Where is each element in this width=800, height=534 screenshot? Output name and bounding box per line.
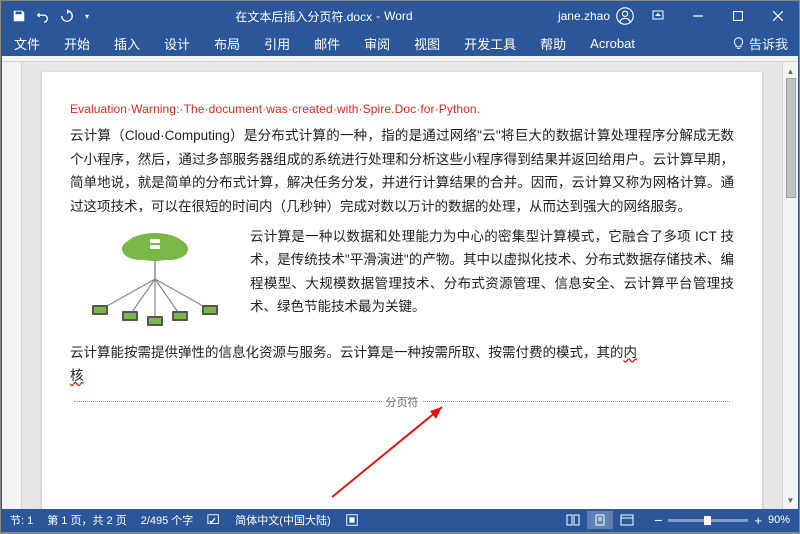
paragraph-3-text: 云计算能按需提供弹性的信息化资源与服务。云计算是一种按需所取、按需付费的模式，其… [70,345,624,360]
spellcheck-underline-2: 核 [70,368,84,383]
window-title: 在文本后插入分页符.docx - Word [94,8,554,25]
tell-me-search[interactable]: 告诉我 [722,34,798,53]
cloud-computing-image [70,225,240,335]
status-language[interactable]: 简体中文(中国大陆) [235,512,330,528]
document-area: Evaluation·Warning:·The·document·was·cre… [2,62,798,509]
view-read-mode-icon[interactable] [560,511,586,529]
tab-layout[interactable]: 布局 [202,30,252,56]
vertical-scrollbar[interactable]: ▲ ▼ [782,62,798,509]
status-section[interactable]: 节: 1 [10,512,33,528]
title-bar: ▾ 在文本后插入分页符.docx - Word jane.zhao [2,2,798,30]
user-name: jane.zhao [558,9,610,23]
zoom-out-button[interactable]: − [654,512,662,528]
annotation-arrow [312,397,472,507]
tab-file[interactable]: 文件 [2,30,52,56]
status-bar: 节: 1 第 1 页，共 2 页 2/495 个字 简体中文(中国大陆) − +… [2,509,798,531]
zoom-level[interactable]: 90% [768,514,790,526]
tab-review[interactable]: 审阅 [352,30,402,56]
minimize-icon[interactable] [678,2,718,30]
view-buttons [560,511,640,529]
paragraph-3: 云计算能按需提供弹性的信息化资源与服务。云计算是一种按需所取、按需付费的模式，其… [70,341,734,388]
tab-view[interactable]: 视图 [402,30,452,56]
user-area[interactable]: jane.zhao [554,7,638,25]
tell-me-label: 告诉我 [749,34,788,53]
status-word-count[interactable]: 2/495 个字 [141,512,194,528]
user-avatar-icon [616,7,634,25]
document-scroll[interactable]: Evaluation·Warning:·The·document·was·cre… [22,62,782,509]
page-break-marker: 分页符 [70,394,734,410]
tab-design[interactable]: 设计 [152,30,202,56]
page[interactable]: Evaluation·Warning:·The·document·was·cre… [42,72,762,509]
tab-home[interactable]: 开始 [52,30,102,56]
evaluation-warning: Evaluation·Warning:·The·document·was·cre… [70,102,734,116]
spellcheck-icon[interactable] [207,513,221,527]
page-break-dots-right [423,401,731,402]
zoom-slider[interactable] [668,519,748,522]
macro-icon[interactable] [345,513,359,527]
ribbon-tabs: 文件 开始 插入 设计 布局 引用 邮件 审阅 视图 开发工具 帮助 Acrob… [2,30,798,56]
app-name: Word [384,9,412,23]
tab-mailings[interactable]: 邮件 [302,30,352,56]
title-separator: - [376,9,380,23]
status-page[interactable]: 第 1 页，共 2 页 [47,512,126,528]
tab-help[interactable]: 帮助 [528,30,578,56]
page-break-label: 分页符 [386,394,419,410]
maximize-icon[interactable] [718,2,758,30]
spellcheck-underline-1: 内 [624,345,638,360]
qat-customize-icon[interactable]: ▾ [80,5,94,27]
save-icon[interactable] [8,5,30,27]
tab-developer[interactable]: 开发工具 [452,30,528,56]
zoom-slider-knob[interactable] [704,516,711,525]
document-name: 在文本后插入分页符.docx [235,8,372,25]
tab-acrobat[interactable]: Acrobat [578,30,647,56]
scroll-up-icon[interactable]: ▲ [784,64,798,78]
paragraph-2-wrap: 云计算是一种以数据和处理能力为中心的密集型计算模式，它融合了多项 ICT 技术，… [70,225,734,335]
zoom-in-button[interactable]: + [754,513,762,528]
vertical-ruler[interactable] [2,62,22,509]
scroll-down-icon[interactable]: ▼ [784,493,798,507]
tab-insert[interactable]: 插入 [102,30,152,56]
paragraph-2: 云计算是一种以数据和处理能力为中心的密集型计算模式，它融合了多项 ICT 技术，… [250,225,734,335]
zoom-controls: − + 90% [654,512,790,528]
view-print-layout-icon[interactable] [587,511,613,529]
word-app-window: ▾ 在文本后插入分页符.docx - Word jane.zhao 文件 开始 … [1,1,799,532]
scrollbar-track[interactable] [784,78,798,493]
paragraph-1: 云计算（Cloud·Computing）是分布式计算的一种，指的是通过网络"云"… [70,124,734,219]
redo-icon[interactable] [56,5,78,27]
view-web-layout-icon[interactable] [614,511,640,529]
tab-references[interactable]: 引用 [252,30,302,56]
window-controls [638,2,798,30]
scrollbar-thumb[interactable] [786,78,796,198]
undo-icon[interactable] [32,5,54,27]
lightbulb-icon [732,37,745,50]
close-icon[interactable] [758,2,798,30]
quick-access-toolbar: ▾ [2,5,94,27]
page-break-dots-left [74,401,382,402]
ribbon-options-icon[interactable] [638,2,678,30]
